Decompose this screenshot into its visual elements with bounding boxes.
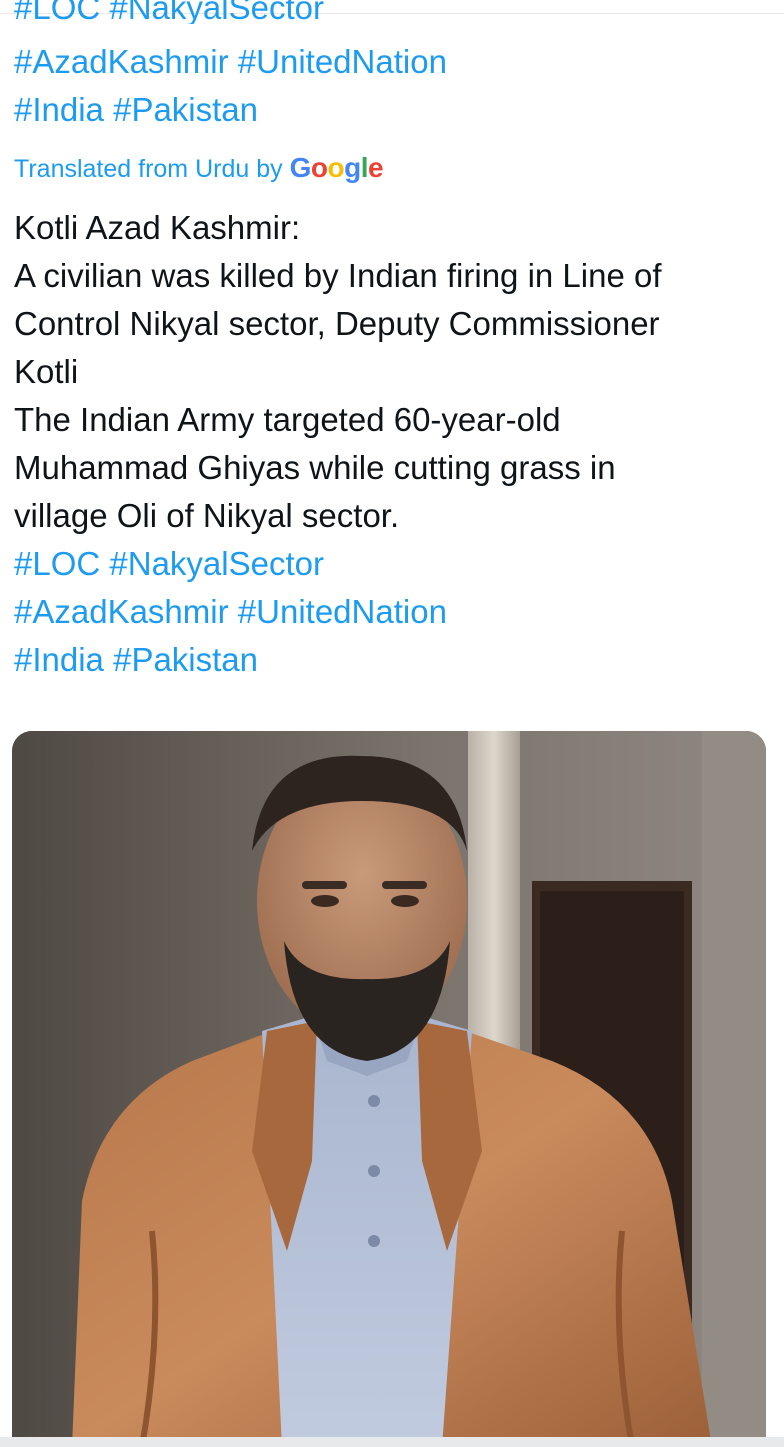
- hashtag-row: #AzadKashmir #UnitedNation: [14, 588, 774, 636]
- hashtag-row: #India #Pakistan: [14, 636, 774, 684]
- tweet-text-line: Kotli: [14, 353, 79, 390]
- translation-notice[interactable]: Translated from Urdu by Google: [14, 148, 384, 189]
- tweet-text-line: The Indian Army targeted 60-year-old: [14, 401, 561, 438]
- hashtag-row: #LOC #NakyalSector: [14, 540, 774, 588]
- tweet-text-line: Control Nikyal sector, Deputy Commission…: [14, 305, 660, 342]
- tweet-text: Kotli Azad Kashmir: A civilian was kille…: [14, 204, 774, 684]
- hashtag-link[interactable]: #AzadKashmir: [14, 593, 229, 630]
- top-hashtag-row-1: #AzadKashmir #UnitedNation: [14, 38, 447, 86]
- hashtag-link[interactable]: #Pakistan: [113, 91, 258, 128]
- hashtag-link[interactable]: #UnitedNation: [238, 43, 447, 80]
- google-logo: Google: [289, 152, 384, 183]
- tweet-photo[interactable]: [12, 731, 766, 1447]
- photo-of-man-icon: [12, 731, 766, 1447]
- cut-off-hashtag-text[interactable]: #LOC #NakyalSector: [14, 0, 324, 24]
- tweet-text-line: A civilian was killed by Indian firing i…: [14, 257, 662, 294]
- cut-off-hashtags: #LOC #NakyalSector: [14, 0, 324, 24]
- hashtag-link[interactable]: #Pakistan: [113, 641, 258, 678]
- hashtag-link[interactable]: #India: [14, 91, 104, 128]
- hashtag-link[interactable]: #India: [14, 641, 104, 678]
- hashtag-link[interactable]: #NakyalSector: [109, 545, 324, 582]
- tweet-text-line: village Oli of Nikyal sector.: [14, 497, 400, 534]
- hashtag-link[interactable]: #LOC: [14, 545, 100, 582]
- translation-label: Translated from Urdu by: [14, 155, 283, 183]
- bottom-divider: [0, 1437, 784, 1447]
- tweet-text-line: Muhammad Ghiyas while cutting grass in: [14, 449, 616, 486]
- hashtag-link[interactable]: #UnitedNation: [238, 593, 447, 630]
- top-hashtag-row-2: #India #Pakistan: [14, 86, 258, 134]
- hashtag-link[interactable]: #AzadKashmir: [14, 43, 229, 80]
- tweet-text-line: Kotli Azad Kashmir:: [14, 209, 301, 246]
